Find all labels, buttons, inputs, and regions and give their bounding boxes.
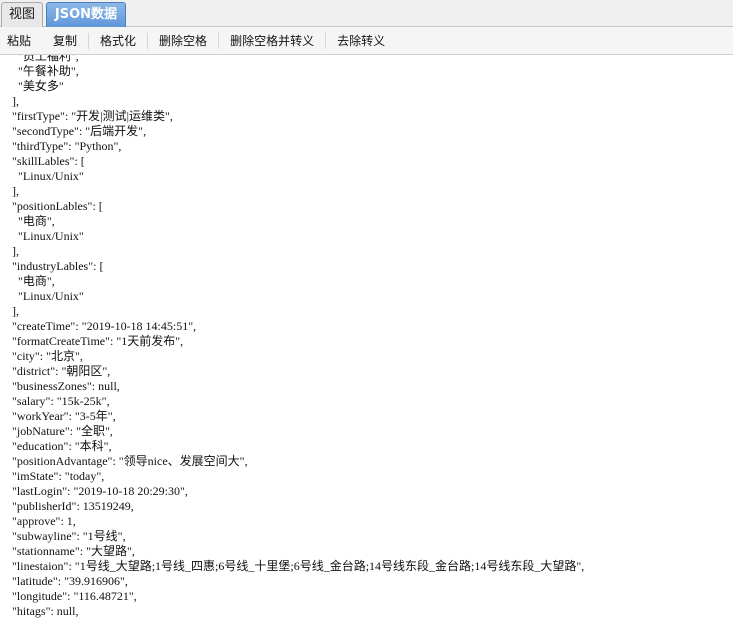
- code-line: "lastLogin": "2019-10-18 20:29:30",: [0, 484, 188, 498]
- code-line: "firstType": "开发|测试|运维类",: [0, 109, 173, 123]
- code-line: "imState": "today",: [0, 469, 105, 483]
- code-line: "district": "朝阳区",: [0, 364, 111, 378]
- code-line: "latitude": "39.916906",: [0, 574, 128, 588]
- code-line: "formatCreateTime": "1天前发布",: [0, 334, 184, 348]
- remove-whitespace-escape-button[interactable]: 删除空格并转义: [219, 32, 325, 50]
- code-line: "salary": "15k-25k",: [0, 394, 110, 408]
- json-code-block: "员工福利", "午餐补助", "美女多" ], "firstType": "开…: [0, 55, 584, 619]
- code-line: ],: [0, 184, 19, 198]
- copy-button[interactable]: 复制: [42, 32, 88, 50]
- paste-button[interactable]: 粘贴: [0, 32, 42, 50]
- code-line: "电商",: [0, 274, 55, 288]
- code-line: ],: [0, 244, 19, 258]
- code-line: "Linux/Unix": [0, 289, 84, 303]
- code-line: "linestaion": "1号线_大望路;1号线_四惠;6号线_十里堡;6号…: [0, 559, 585, 573]
- code-line: "workYear": "3-5年",: [0, 409, 116, 423]
- code-line: "thirdType": "Python",: [0, 139, 122, 153]
- code-line: "approve": 1,: [0, 514, 76, 528]
- code-line: ],: [0, 94, 19, 108]
- code-line: "subwayline": "1号线",: [0, 529, 126, 543]
- tab-bar: 视图 JSON数据: [0, 0, 733, 27]
- code-line: "positionLables": [: [0, 199, 103, 213]
- code-line: "positionAdvantage": "领导nice、发展空间大",: [0, 454, 248, 468]
- code-line: "education": "本科",: [0, 439, 112, 453]
- code-line: "jobNature": "全职",: [0, 424, 113, 438]
- code-line: "skillLables": [: [0, 154, 85, 168]
- code-line: "电商",: [0, 214, 55, 228]
- code-line: "员工福利",: [0, 55, 79, 63]
- code-line: "美女多": [0, 79, 64, 93]
- code-line: "city": "北京",: [0, 349, 83, 363]
- code-line: "publisherId": 13519249,: [0, 499, 134, 513]
- tab-json-data[interactable]: JSON数据: [46, 2, 126, 27]
- code-line: "longitude": "116.48721",: [0, 589, 137, 603]
- code-line: "industryLables": [: [0, 259, 104, 273]
- code-line: "Linux/Unix": [0, 169, 84, 183]
- code-line: "createTime": "2019-10-18 14:45:51",: [0, 319, 197, 333]
- tab-view[interactable]: 视图: [1, 2, 43, 27]
- unescape-button[interactable]: 去除转义: [326, 32, 396, 50]
- code-line: ],: [0, 304, 19, 318]
- toolbar: 粘贴 复制 格式化 删除空格 删除空格并转义 去除转义: [0, 27, 733, 55]
- code-line: "Linux/Unix": [0, 229, 84, 243]
- remove-whitespace-button[interactable]: 删除空格: [148, 32, 218, 50]
- code-line: "businessZones": null,: [0, 379, 120, 393]
- code-line: "午餐补助",: [0, 64, 79, 78]
- format-button[interactable]: 格式化: [89, 32, 147, 50]
- json-text-area[interactable]: "员工福利", "午餐补助", "美女多" ], "firstType": "开…: [0, 55, 733, 625]
- code-line: "hitags": null,: [0, 604, 79, 618]
- code-line: "secondType": "后端开发",: [0, 124, 147, 138]
- code-line: "stationname": "大望路",: [0, 544, 135, 558]
